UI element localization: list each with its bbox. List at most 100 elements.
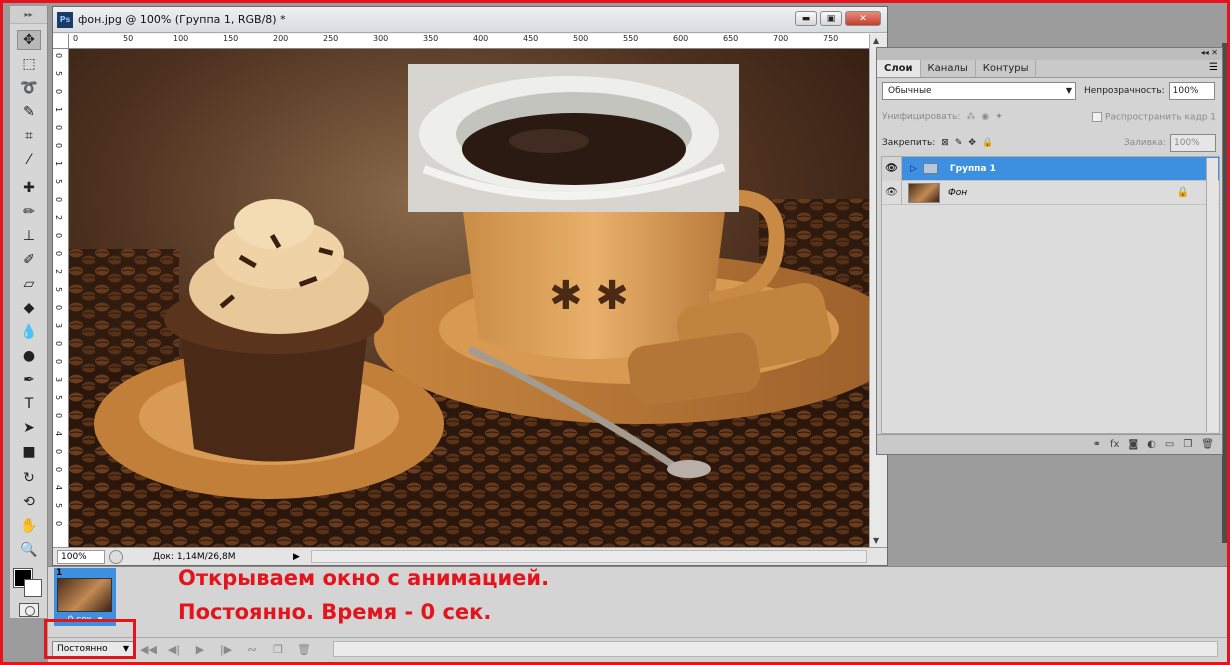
- zoom-tool-icon[interactable]: 🔍: [17, 540, 41, 560]
- quick-mask-button[interactable]: [19, 603, 39, 617]
- expand-triangle-icon[interactable]: ▷: [910, 164, 917, 174]
- adjustment-layer-icon[interactable]: ◐: [1147, 439, 1156, 450]
- ruler-tick-label: 5: [54, 395, 63, 401]
- path-select-tool-icon[interactable]: ➤: [17, 418, 41, 438]
- close-button[interactable]: ✕: [845, 11, 881, 26]
- horizontal-ruler[interactable]: 0 50 100 150 200 250 300 350 400 450 500 550 600 650 7…: [69, 34, 869, 49]
- ruler-origin[interactable]: [53, 34, 69, 49]
- ruler-tick-label: 0: [54, 125, 63, 131]
- animation-scrollbar[interactable]: [333, 641, 1218, 657]
- clone-stamp-tool-icon[interactable]: ⊥: [17, 226, 41, 246]
- lock-pixels-icon[interactable]: ✎: [955, 138, 963, 148]
- svg-text:✱ ✱: ✱ ✱: [549, 273, 629, 319]
- unify-row: Унифицировать: ⁂ ◉ ✦ Распространить кадр…: [877, 104, 1222, 130]
- ruler-tick-label: 100: [173, 34, 189, 43]
- hand-tool-icon[interactable]: ✋: [17, 516, 41, 536]
- 3d-rotate-tool-icon[interactable]: ↻: [17, 468, 41, 488]
- ruler-tick-label: 5: [54, 179, 63, 185]
- blend-mode-select[interactable]: Обычные: [882, 82, 1076, 100]
- new-group-icon[interactable]: ▭: [1165, 439, 1174, 450]
- layer-row-group-1[interactable]: 👁 ▷ Группа 1: [882, 156, 1219, 181]
- previous-frame-icon[interactable]: ◀|: [166, 643, 182, 656]
- eraser-tool-icon[interactable]: ▱: [17, 274, 41, 294]
- type-tool-icon[interactable]: T: [17, 394, 41, 414]
- ruler-tick-label: 2: [54, 269, 63, 275]
- quick-select-tool-icon[interactable]: ✎: [17, 102, 41, 122]
- lasso-tool-icon[interactable]: ➰: [17, 78, 41, 98]
- tab-paths[interactable]: Контуры: [976, 60, 1037, 77]
- tools-grip[interactable]: ▸▸: [10, 6, 47, 24]
- opacity-field[interactable]: 100%: [1168, 82, 1215, 100]
- pen-tool-icon[interactable]: ✒: [17, 370, 41, 390]
- panel-menu-icon[interactable]: ☰: [1209, 62, 1218, 73]
- propagate-checkbox[interactable]: [1091, 111, 1102, 122]
- new-layer-icon[interactable]: ❐: [1183, 439, 1192, 450]
- crop-tool-icon[interactable]: ⌗: [17, 126, 41, 146]
- vertical-ruler[interactable]: 0 5 0 1 0 0 1 5 0 2 0 0 2 5 0 3 0 0 3 5 0 4 0 0 4 5 0: [53, 49, 69, 547]
- lock-all-icon[interactable]: 🔒: [982, 138, 993, 148]
- layers-scrollbar[interactable]: [1206, 158, 1218, 432]
- panel-tabs: Слои Каналы Контуры ☰: [877, 60, 1222, 78]
- tween-icon[interactable]: ∾: [244, 643, 260, 656]
- ruler-tick-label: 0: [54, 413, 63, 419]
- 3d-orbit-tool-icon[interactable]: ⟲: [17, 492, 41, 512]
- document-window: Ps фон.jpg @ 100% (Группа 1, RGB/8) * ▬ …: [52, 6, 888, 566]
- ruler-tick-label: 3: [54, 323, 63, 329]
- move-tool-icon[interactable]: ✥: [17, 30, 41, 50]
- next-frame-icon[interactable]: |▶: [218, 643, 234, 656]
- frame-number: 1: [56, 568, 63, 578]
- ruler-tick-label: 5: [54, 503, 63, 509]
- unify-visibility-icon[interactable]: ◉: [981, 112, 989, 122]
- horizontal-scrollbar[interactable]: [311, 550, 867, 563]
- brush-tool-icon[interactable]: ✏: [17, 202, 41, 222]
- coffee-cupcake-photo: ✱ ✱: [69, 49, 869, 547]
- ruler-tick-label: 0: [54, 467, 63, 473]
- animation-frame-1[interactable]: 1 0 сек. ▾: [54, 568, 116, 626]
- minimize-button[interactable]: ▬: [795, 11, 817, 26]
- panel-collapse-icon[interactable]: ◂◂ ✕: [877, 48, 1222, 60]
- ruler-tick-label: 0: [54, 305, 63, 311]
- history-brush-tool-icon[interactable]: ✐: [17, 250, 41, 270]
- tab-layers[interactable]: Слои: [877, 60, 921, 77]
- marquee-tool-icon[interactable]: ⬚: [17, 54, 41, 74]
- duplicate-frame-icon[interactable]: ❐: [270, 643, 286, 656]
- layer-row-background[interactable]: 👁 Фон 🔒: [882, 180, 1219, 205]
- document-title-bar[interactable]: Ps фон.jpg @ 100% (Группа 1, RGB/8) * ▬ …: [53, 7, 887, 33]
- status-menu-arrow-icon[interactable]: ▶: [293, 552, 300, 562]
- add-mask-icon[interactable]: ◙: [1128, 439, 1138, 450]
- blur-tool-icon[interactable]: 💧: [17, 322, 41, 342]
- ruler-tick-label: 0: [54, 341, 63, 347]
- lock-transparency-icon[interactable]: ⊠: [941, 138, 949, 148]
- ruler-tick-label: 0: [54, 521, 63, 527]
- layer-style-icon[interactable]: fx: [1110, 439, 1119, 450]
- lock-position-icon[interactable]: ✥: [968, 138, 976, 148]
- dodge-tool-icon[interactable]: ●: [17, 346, 41, 366]
- tools-panel: ▸▸ ✥ ⬚ ➰ ✎ ⌗ ⁄ ✚ ✏ ⊥ ✐ ▱ ◆ 💧 ● ✒ T ➤ ■ ↻…: [10, 6, 48, 618]
- play-icon[interactable]: ▶: [192, 643, 208, 656]
- ruler-tick-label: 4: [54, 485, 63, 491]
- zoom-field[interactable]: 100%: [57, 549, 105, 564]
- maximize-button[interactable]: ▣: [820, 11, 842, 26]
- paint-bucket-tool-icon[interactable]: ◆: [17, 298, 41, 318]
- image-canvas[interactable]: ✱ ✱: [69, 49, 869, 547]
- layers-panel: ◂◂ ✕ Слои Каналы Контуры ☰ Обычные Непро…: [876, 47, 1223, 455]
- unify-position-icon[interactable]: ⁂: [966, 112, 975, 122]
- link-layers-icon[interactable]: ⚭: [1093, 439, 1101, 450]
- first-frame-icon[interactable]: ◀◀: [140, 643, 157, 656]
- delete-frame-icon[interactable]: 🗑: [296, 643, 312, 656]
- visibility-eye-icon[interactable]: 👁: [882, 180, 902, 205]
- ruler-tick-label: 0: [54, 89, 63, 95]
- layer-thumbnail: [908, 182, 940, 203]
- background-color-swatch[interactable]: [24, 579, 42, 597]
- visibility-eye-icon[interactable]: 👁: [882, 156, 902, 181]
- unify-style-icon[interactable]: ✦: [995, 112, 1003, 122]
- tab-channels[interactable]: Каналы: [921, 60, 976, 77]
- ruler-tick-label: 550: [623, 34, 639, 43]
- fill-field[interactable]: 100%: [1170, 134, 1216, 152]
- ruler-tick-label: 750: [823, 34, 839, 43]
- status-info-icon[interactable]: [109, 549, 123, 564]
- delete-layer-icon[interactable]: 🗑: [1201, 439, 1214, 450]
- healing-brush-tool-icon[interactable]: ✚: [17, 178, 41, 198]
- eyedropper-tool-icon[interactable]: ⁄: [17, 150, 41, 170]
- rectangle-tool-icon[interactable]: ■: [17, 442, 41, 462]
